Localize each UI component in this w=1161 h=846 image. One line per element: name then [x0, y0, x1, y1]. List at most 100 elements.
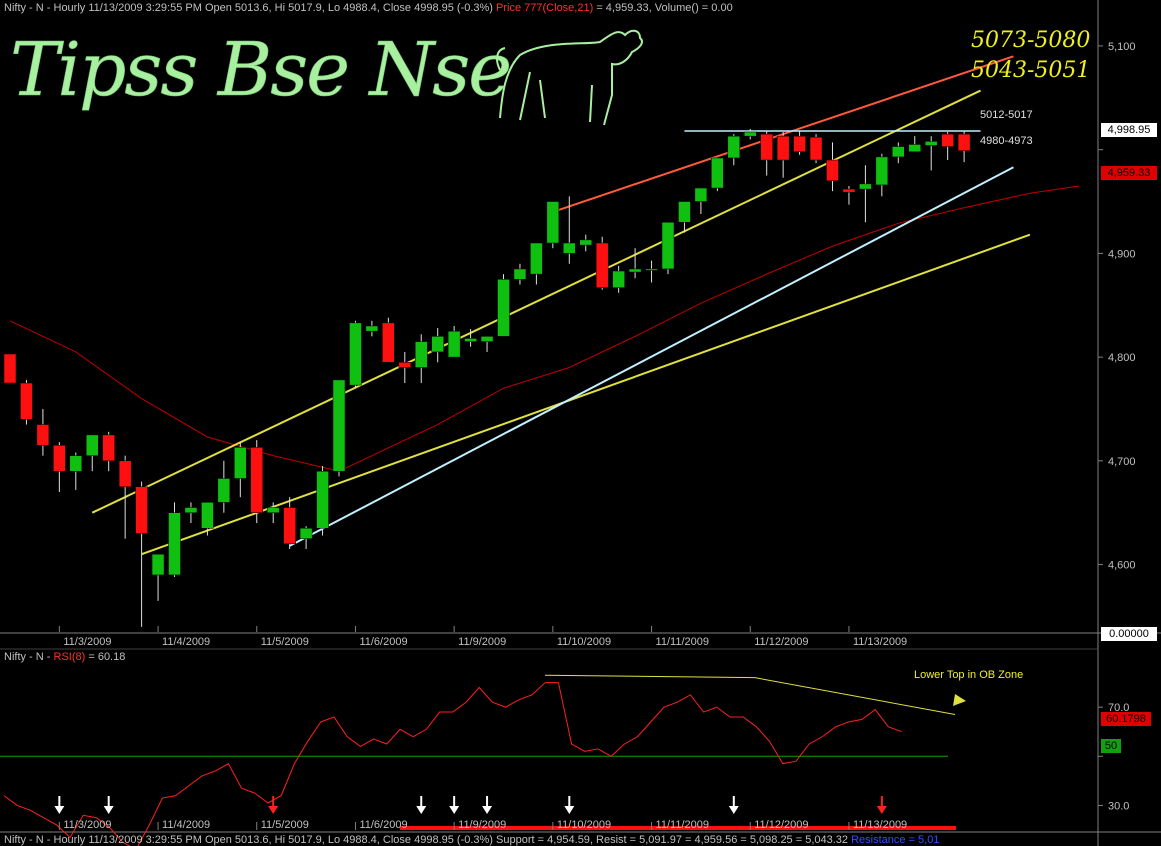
resistance-zone-label: 5012-5017 — [980, 109, 1033, 121]
rsi-note: Lower Top in OB Zone — [914, 669, 1024, 681]
rsi-header-value: = 60.18 — [88, 651, 126, 663]
chart-canvas: Tipss Bse Nse 4,600 4,700 4,800 4,900 5,100 3… — [0, 0, 1161, 846]
rsi-y-tick-label: 30.0 — [1108, 800, 1129, 812]
candle-body — [711, 157, 724, 189]
candle-body — [382, 322, 395, 363]
candle-body — [447, 330, 461, 358]
candle-body — [3, 353, 17, 384]
footer-prefix: Nifty - N - Hourly 11/13/2009 3:29:55 PM… — [4, 834, 493, 846]
candle-body — [793, 135, 806, 152]
candle-body — [365, 325, 379, 332]
candle-body — [415, 341, 428, 368]
candle-body — [118, 460, 132, 488]
candle-body — [217, 478, 231, 503]
rsi-midline-tag: 50 — [1101, 739, 1121, 753]
candle-body — [924, 141, 938, 146]
rsi-date-label: 11/12/2009 — [754, 819, 808, 831]
candle-body — [349, 322, 362, 386]
chart-footer: Nifty - N - Hourly 11/13/2009 3:29:55 PM… — [4, 834, 939, 846]
candle-body — [480, 336, 494, 342]
candle-body — [694, 187, 708, 202]
candle-body — [612, 270, 625, 288]
candle-body — [184, 507, 198, 513]
candle-body — [892, 146, 905, 158]
header-symbol: Nifty - N - Hourly 11/13/2009 3:29:55 PM… — [4, 2, 493, 14]
candle-body — [957, 133, 971, 151]
candle-body — [678, 201, 691, 223]
candle-body — [135, 486, 148, 534]
candle-body — [20, 382, 33, 420]
candle-body — [530, 242, 543, 275]
y-tick-label: 4,800 — [1108, 352, 1136, 364]
candle-body — [299, 528, 313, 539]
rsi-date-label: 11/13/2009 — [853, 819, 907, 831]
rsi-header-label: RSI(8) — [53, 651, 86, 663]
y-tick-label: 4,600 — [1108, 560, 1136, 572]
footer-support: Support = 4,954.59, Resist = 5,091.97 = … — [496, 834, 738, 846]
y-tick-label: 5,100 — [1108, 41, 1136, 53]
close-price-tag: 4,998.95 — [1101, 123, 1157, 137]
candle-body — [842, 188, 856, 193]
date-label: 11/4/2009 — [162, 636, 210, 648]
date-label: 11/9/2009 — [458, 636, 506, 648]
rsi-date-label: 11/3/2009 — [63, 819, 111, 831]
candle-body — [661, 222, 675, 270]
watermark-text: Tipss Bse Nse — [10, 27, 510, 113]
ma-price-tag: 4,959.33 — [1101, 166, 1157, 180]
candle-body — [234, 447, 247, 479]
rsi-date-label: 11/9/2009 — [458, 819, 506, 831]
rsi-date-label: 11/6/2009 — [359, 819, 407, 831]
candle-body — [645, 268, 658, 271]
rsi-header-prefix: Nifty - N - — [4, 651, 54, 663]
rsi-date-label: 11/11/2009 — [656, 819, 709, 831]
candle-body — [316, 470, 329, 529]
candle-body — [86, 434, 99, 456]
target-upper: 5073-5080 — [971, 28, 1091, 53]
candle-body — [595, 242, 609, 288]
footer-resistance-values: = 5,098.25 = 5,043.32 — [740, 834, 849, 846]
candle-body — [398, 362, 412, 368]
y-tick-label: 4,900 — [1108, 248, 1136, 260]
candle-body — [776, 135, 790, 161]
header-ma-label: Price 777(Close,21) — [496, 2, 594, 14]
rsi-date-label: 11/10/2009 — [557, 819, 611, 831]
rsi-header: Nifty - N - RSI(8) = 60.18 — [4, 651, 125, 663]
candle-body — [809, 136, 823, 161]
candle-body — [151, 553, 165, 576]
candle-body — [579, 239, 592, 246]
candle-body — [431, 336, 444, 353]
candle-body — [250, 447, 263, 513]
candle-body — [513, 268, 527, 280]
date-label: 11/13/2009 — [853, 636, 907, 648]
rsi-date-label: 11/5/2009 — [261, 819, 309, 831]
y-tick-label: 4,700 — [1108, 456, 1136, 468]
candle-body — [628, 268, 642, 273]
candle-body — [826, 159, 839, 182]
header-ma-value: = 4,959.33, Volume() = 0.00 — [596, 2, 733, 14]
zero-tag: 0.00000 — [1101, 627, 1157, 641]
candle-body — [727, 135, 741, 159]
date-label: 11/10/2009 — [557, 636, 611, 648]
chart-header: Nifty - N - Hourly 11/13/2009 3:29:55 PM… — [4, 2, 733, 14]
candle-body — [464, 338, 477, 342]
date-label: 11/6/2009 — [359, 636, 407, 648]
candle-body — [563, 242, 576, 254]
candle-body — [283, 507, 296, 545]
candle-body — [168, 512, 181, 576]
candle-body — [36, 424, 50, 446]
candle-body — [744, 131, 757, 137]
candle-body — [69, 455, 83, 472]
candle-body — [760, 133, 773, 161]
candle-body — [102, 434, 115, 462]
target-lower: 5043-5051 — [971, 58, 1091, 83]
candle-body — [875, 156, 889, 186]
rsi-date-label: 11/4/2009 — [162, 819, 210, 831]
candle-body — [941, 133, 954, 147]
support-zone-label: 4980-4973 — [980, 135, 1033, 147]
candle-body — [332, 379, 346, 472]
candle-body — [266, 507, 280, 513]
candle-body — [546, 201, 560, 244]
date-label: 11/12/2009 — [754, 636, 808, 648]
rsi-value-tag: 60.1798 — [1101, 712, 1151, 726]
candle-body — [53, 445, 66, 472]
